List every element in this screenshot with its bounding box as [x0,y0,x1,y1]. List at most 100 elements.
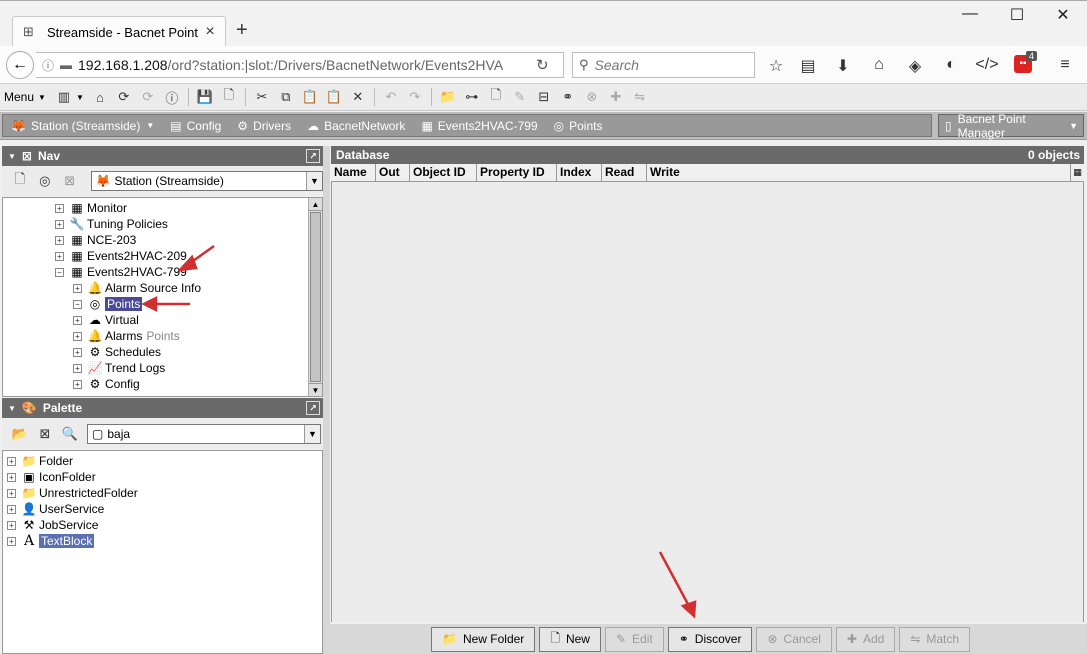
collapse-icon[interactable]: − [55,267,64,277]
palette-item[interactable]: + 📁 UnrestrictedFolder [7,485,138,501]
close-window-icon[interactable]: ✕ [1048,5,1078,25]
expand-icon[interactable]: + [7,488,16,498]
crumb-device[interactable]: ▦ Events2HVAC-799 [413,119,545,133]
refresh-icon[interactable]: ⟳ [113,87,135,107]
chevron-down-icon[interactable]: ▼ [304,425,320,443]
info-icon[interactable]: ⓘ [42,57,54,74]
minimize-icon[interactable]: — [955,5,985,23]
tree-item[interactable]: + 🔧 Tuning Policies [55,216,168,232]
column-index[interactable]: Index [557,164,602,181]
maximize-palette-icon[interactable]: ↗ [306,401,320,415]
search-input[interactable] [594,57,745,73]
info-toolbar-icon[interactable]: ⓘ [161,87,183,107]
tree-item[interactable]: + 📈 Trend Logs [73,360,165,376]
extension-icon[interactable]: ◐ [939,56,963,74]
cut-icon[interactable]: ✂ [251,87,273,107]
expand-icon[interactable]: + [55,235,64,245]
tree-item[interactable]: + ⚙ Config [73,376,140,392]
palette-item[interactable]: + ▣ IconFolder [7,469,96,485]
crumb-bacnetnetwork[interactable]: ☁ BacnetNetwork [299,119,413,133]
module-combo[interactable]: ▢ baja ▼ [87,424,321,444]
expand-icon[interactable]: + [7,520,16,530]
add-button[interactable]: ✚ Add [835,626,896,652]
add-toolbar-icon[interactable]: ✚ [605,87,627,107]
tree-item[interactable]: − ▦ Events2HVAC-799 [55,264,187,280]
expand-icon[interactable]: + [73,283,82,293]
palette-item[interactable]: + 👤 UserService [7,501,104,517]
collapse-icon[interactable]: − [73,299,82,309]
expand-icon[interactable]: + [7,504,16,514]
edit-button[interactable]: ✎ Edit [604,626,664,652]
expand-icon[interactable]: + [73,331,82,341]
database-table[interactable] [331,182,1084,622]
crumb-drivers[interactable]: ⚙ Drivers [229,119,299,133]
close-palette-icon[interactable]: ⊠ [35,424,55,444]
pane-splitter[interactable] [323,146,330,654]
sidebar-dropdown-icon[interactable]: ▼ [76,93,84,102]
save-icon[interactable]: 💾 [194,87,216,107]
paste-special-icon[interactable]: 📋 [323,87,345,107]
nav-scrollbar[interactable]: ▲ ▼ [308,198,322,396]
tree-icon[interactable]: ⊶ [461,87,483,107]
open-folder-icon[interactable]: 📂 [10,424,30,444]
maximize-icon[interactable]: ☐ [1002,5,1032,25]
scroll-up-icon[interactable]: ▲ [309,198,322,211]
expand-icon[interactable]: + [7,536,16,546]
reading-list-icon[interactable]: ▤ [796,56,820,76]
refresh-disabled-icon[interactable]: ⟳ [137,87,159,107]
column-property-id[interactable]: Property ID [477,164,557,181]
new-folder-toolbar-icon[interactable]: 📁 [437,87,459,107]
scroll-down-icon[interactable]: ▼ [309,383,322,396]
new-button[interactable]: 🗋 New [539,626,601,652]
crumb-dropdown-icon[interactable]: ▼ [146,121,154,130]
expand-icon[interactable]: + [55,219,64,229]
search-bar[interactable]: ⚲ [572,52,755,78]
tree-item[interactable]: + ▦ Events2HVAC-209 [55,248,187,264]
view-selector[interactable]: ▯ Bacnet Point Manager ▼ [938,112,1084,140]
expand-icon[interactable]: + [7,472,16,482]
download-icon[interactable]: ⬇ [831,56,855,76]
chevron-down-icon[interactable]: ▼ [306,172,322,190]
browser-tab[interactable]: ⊞ Streamside - Bacnet Point ... × [12,16,226,47]
expand-icon[interactable]: + [55,251,64,261]
cancel-toolbar-icon[interactable]: ⊗ [581,87,603,107]
collapse-nav-icon[interactable]: ▼ [8,152,16,161]
column-chooser-icon[interactable]: ▦ [1070,164,1084,181]
back-button[interactable]: ← [6,51,34,79]
menu-button[interactable]: Menu [0,90,38,104]
expand-icon[interactable]: + [73,315,82,325]
palette-item[interactable]: + ⚒ JobService [7,517,98,533]
sidebar-toggle-icon[interactable]: ▥ [53,87,75,107]
bookmark-star-icon[interactable]: ☆ [764,56,788,76]
expand-icon[interactable]: + [55,203,64,213]
column-read[interactable]: Read [602,164,647,181]
collapse-palette-icon[interactable]: ▼ [8,404,16,413]
home-toolbar-icon[interactable]: ⌂ [89,87,111,107]
column-name[interactable]: Name [331,164,376,181]
tree-item[interactable]: + 🔔 Alarms Points [73,328,180,344]
pocket-icon[interactable]: ◈ [903,56,927,76]
table-icon[interactable]: ⊟ [533,87,555,107]
developer-icon[interactable]: </> [975,56,999,74]
undo-icon[interactable]: ↶ [380,87,402,107]
tree-item[interactable]: + ▦ Monitor [55,200,127,216]
expand-icon[interactable]: + [7,456,16,466]
new-tab-icon[interactable]: + [236,19,248,42]
tree-item[interactable]: + ⚙ Schedules [73,344,161,360]
hamburger-menu-icon[interactable]: ≡ [1053,56,1077,74]
column-object-id[interactable]: Object ID [410,164,477,181]
expand-icon[interactable]: + [73,347,82,357]
palette-item[interactable]: + A TextBlock [7,533,95,549]
discover-button[interactable]: ⚭ Discover [667,626,753,652]
delete-icon[interactable]: ✕ [347,87,369,107]
expand-icon[interactable]: + [73,363,82,373]
redo-icon[interactable]: ↷ [404,87,426,107]
crumb-points[interactable]: ◎ Points [546,119,611,133]
new-folder-button[interactable]: 📁 New Folder [431,626,536,652]
maximize-nav-icon[interactable]: ↗ [306,149,320,163]
tree-item[interactable]: + ▦ NCE-203 [55,232,136,248]
discover-toolbar-icon[interactable]: ⚭ [557,87,579,107]
edit-icon[interactable]: ✎ [509,87,531,107]
close-nav-icon[interactable]: ⊠ [60,171,80,191]
column-out[interactable]: Out [376,164,410,181]
